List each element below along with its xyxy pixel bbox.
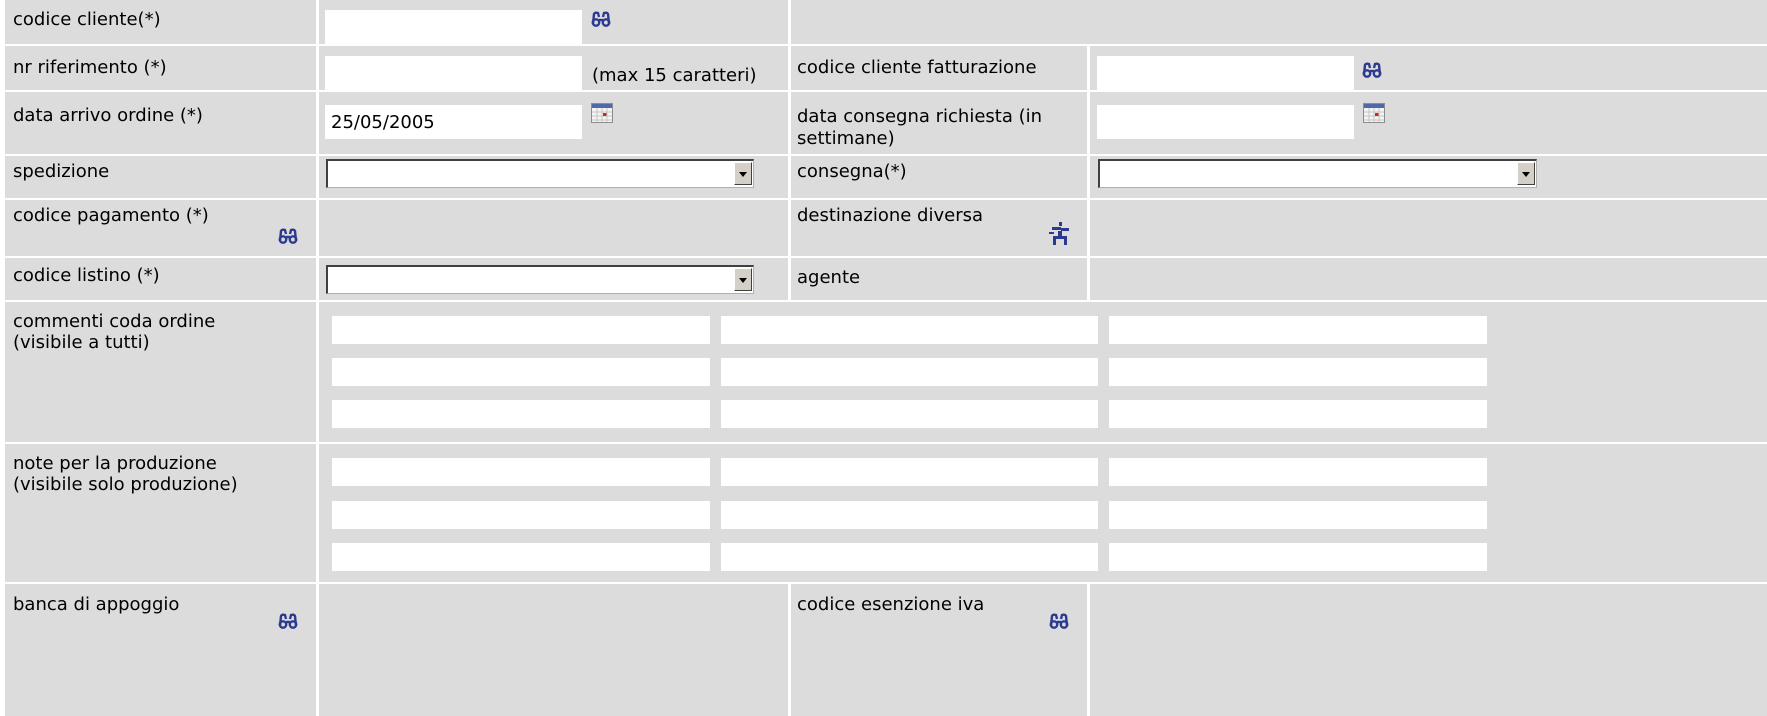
esenzione-iva-lookup-icon[interactable] xyxy=(1049,613,1069,634)
cell-label: data arrivo ordine (*) xyxy=(5,92,316,154)
codice-cliente-fatturazione-label: codice cliente fatturazione xyxy=(797,57,1037,78)
cell-label: nr riferimento (*) xyxy=(5,46,316,90)
note-produzione-field[interactable] xyxy=(332,543,710,571)
row-listino: codice listino (*) agente xyxy=(0,258,1767,300)
cell-empty xyxy=(791,0,1767,44)
codice-pagamento-lookup-icon[interactable] xyxy=(278,228,298,249)
row-pagamento: codice pagamento (*) destinazione divers… xyxy=(0,200,1767,256)
cell-empty xyxy=(319,584,788,716)
agente-label: agente xyxy=(797,267,861,288)
codice-listino-label: codice listino (*) xyxy=(13,265,160,286)
cell-label: destinazione diversa xyxy=(791,200,1087,256)
cell-label: data consegna richiesta (in settimane) xyxy=(791,92,1087,154)
note-produzione-fields-cell xyxy=(319,444,1767,582)
data-consegna-input[interactable] xyxy=(1097,105,1354,139)
cell-empty xyxy=(1090,584,1767,716)
commenti-field[interactable] xyxy=(1109,358,1487,386)
commenti-fields-cell xyxy=(319,302,1767,442)
codice-cliente-label: codice cliente(*) xyxy=(13,9,161,30)
data-arrivo-ordine-label: data arrivo ordine (*) xyxy=(13,105,203,126)
note-produzione-label-line1: note per la produzione xyxy=(13,453,217,474)
spedizione-label: spedizione xyxy=(13,161,110,182)
codice-listino-select[interactable] xyxy=(326,265,754,294)
data-consegna-label-line2: settimane) xyxy=(797,128,895,149)
data-consegna-label-line1: data consegna richiesta (in xyxy=(797,106,1043,127)
commenti-field[interactable] xyxy=(332,400,710,428)
nr-riferimento-label: nr riferimento (*) xyxy=(13,57,167,78)
cell-label: codice cliente fatturazione xyxy=(791,46,1087,90)
cell-label: codice pagamento (*) xyxy=(5,200,316,256)
cell-field xyxy=(1090,156,1767,198)
cell-label: consegna(*) xyxy=(791,156,1087,198)
codice-esenzione-iva-label: codice esenzione iva xyxy=(797,594,985,615)
note-produzione-field[interactable] xyxy=(1109,501,1487,529)
cell-empty xyxy=(1090,258,1767,300)
commenti-label-line2: (visibile a tutti) xyxy=(13,332,150,353)
codice-cliente-input[interactable] xyxy=(325,10,582,44)
cell-empty xyxy=(319,200,788,256)
note-produzione-field[interactable] xyxy=(721,501,1098,529)
cell-label: banca di appoggio xyxy=(5,584,316,716)
note-produzione-field[interactable] xyxy=(721,458,1098,486)
chevron-down-icon[interactable] xyxy=(734,268,752,291)
consegna-select[interactable] xyxy=(1098,159,1537,188)
note-produzione-field[interactable] xyxy=(1109,543,1487,571)
commenti-field[interactable] xyxy=(332,358,710,386)
commenti-field[interactable] xyxy=(1109,400,1487,428)
cell-field xyxy=(1090,92,1767,154)
banca-lookup-icon[interactable] xyxy=(278,613,298,634)
commenti-field[interactable] xyxy=(721,316,1098,344)
cell-field xyxy=(1090,46,1767,90)
chevron-down-icon[interactable] xyxy=(1517,162,1535,185)
commenti-field[interactable] xyxy=(721,400,1098,428)
cell-field xyxy=(319,0,788,44)
row-note-produzione: note per la produzione (visibile solo pr… xyxy=(0,444,1767,582)
cell-label: codice esenzione iva xyxy=(791,584,1087,716)
row-banca: banca di appoggio codice esenzione iva xyxy=(0,584,1767,716)
row-nr-riferimento: nr riferimento (*) (max 15 caratteri) co… xyxy=(0,46,1767,90)
row-spedizione: spedizione consegna(*) xyxy=(0,156,1767,198)
data-arrivo-ordine-input[interactable] xyxy=(325,105,582,139)
commenti-field[interactable] xyxy=(1109,316,1487,344)
note-produzione-field[interactable] xyxy=(332,501,710,529)
row-date: data arrivo ordine (*) data consegna ric… xyxy=(0,92,1767,154)
commenti-field[interactable] xyxy=(332,316,710,344)
note-produzione-field[interactable] xyxy=(721,543,1098,571)
cell-label: commenti coda ordine (visibile a tutti) xyxy=(5,302,316,442)
row-codice-cliente: codice cliente(*) xyxy=(0,0,1767,44)
cell-label: agente xyxy=(791,258,1087,300)
codice-cliente-fatturazione-input[interactable] xyxy=(1097,56,1354,90)
consegna-label: consegna(*) xyxy=(797,161,907,182)
cell-field xyxy=(319,92,788,154)
data-consegna-calendar-icon[interactable] xyxy=(1363,103,1385,128)
commenti-field[interactable] xyxy=(721,358,1098,386)
cell-label: note per la produzione (visibile solo pr… xyxy=(5,444,316,582)
cell-field xyxy=(319,156,788,198)
cell-label: codice listino (*) xyxy=(5,258,316,300)
note-produzione-field[interactable] xyxy=(1109,458,1487,486)
note-produzione-label-line2: (visibile solo produzione) xyxy=(13,474,238,495)
note-produzione-field[interactable] xyxy=(332,458,710,486)
cell-field: (max 15 caratteri) xyxy=(319,46,788,90)
banca-di-appoggio-label: banca di appoggio xyxy=(13,594,180,615)
spedizione-select[interactable] xyxy=(326,159,754,188)
destinazione-diversa-label: destinazione diversa xyxy=(797,205,984,226)
chevron-down-icon[interactable] xyxy=(734,162,752,185)
data-arrivo-calendar-icon[interactable] xyxy=(591,103,613,128)
nr-riferimento-hint: (max 15 caratteri) xyxy=(592,65,757,86)
codice-cliente-lookup-icon[interactable] xyxy=(591,11,611,32)
cell-field xyxy=(319,258,788,300)
codice-pagamento-label: codice pagamento (*) xyxy=(13,205,209,226)
commenti-label-line1: commenti coda ordine xyxy=(13,311,216,332)
cell-empty xyxy=(1090,200,1767,256)
nr-riferimento-input[interactable] xyxy=(325,56,582,90)
cell-label: spedizione xyxy=(5,156,316,198)
cell-label: codice cliente(*) xyxy=(5,0,316,44)
codice-cliente-fatturazione-lookup-icon[interactable] xyxy=(1362,62,1382,83)
row-commenti: commenti coda ordine (visibile a tutti) xyxy=(0,302,1767,442)
destination-icon[interactable] xyxy=(1049,222,1071,251)
